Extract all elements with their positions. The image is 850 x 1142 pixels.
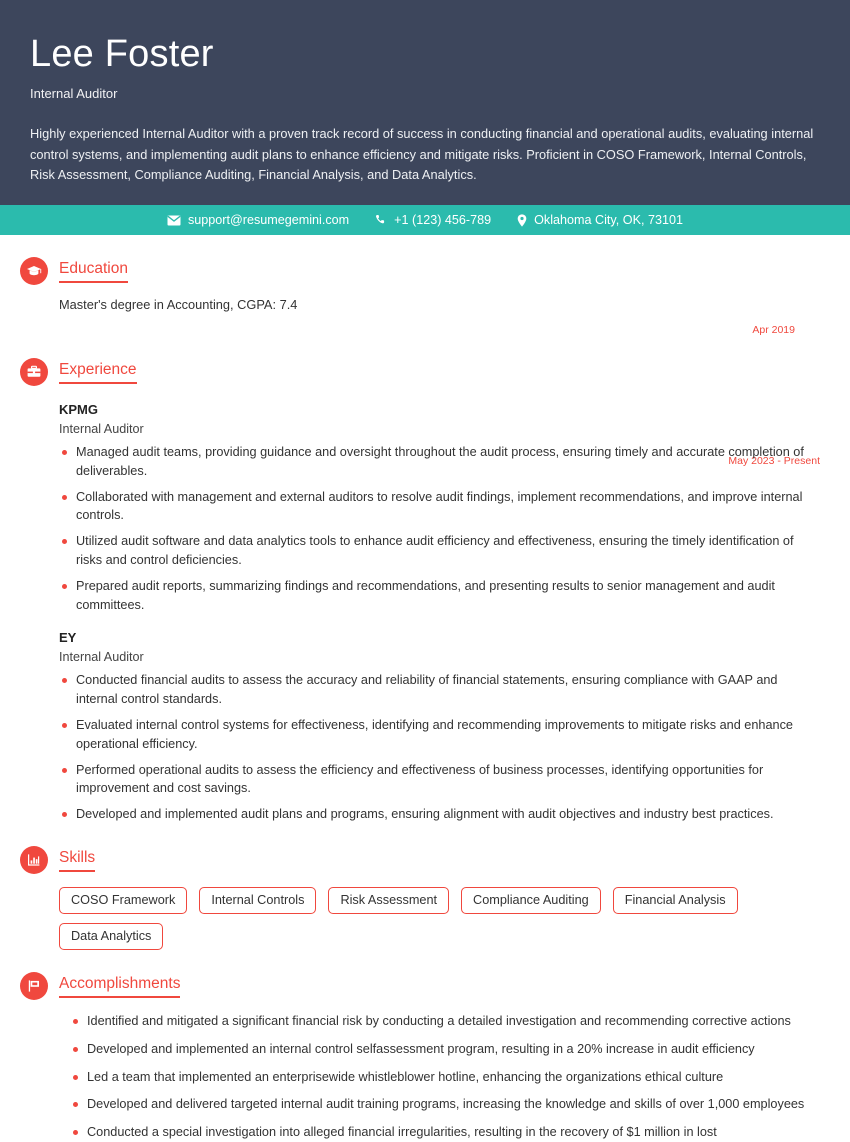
- candidate-job-title: Internal Auditor: [30, 86, 118, 101]
- experience-role: Internal Auditor: [59, 650, 144, 665]
- contact-phone-text: +1 (123) 456-789: [394, 213, 492, 227]
- skill-chip[interactable]: Data Analytics: [59, 922, 164, 950]
- section-skills: Skills COSO Framework Internal Controls …: [20, 845, 820, 950]
- list-item: Evaluated internal control systems for e…: [59, 716, 820, 754]
- bar-chart-icon: [20, 845, 48, 874]
- list-item: Developed and delivered targeted interna…: [70, 1095, 820, 1114]
- flag-icon: [20, 971, 48, 1000]
- section-header-education: Education: [20, 257, 820, 285]
- contact-phone[interactable]: +1 (123) 456-789: [375, 213, 491, 227]
- section-header-experience: Experience: [20, 358, 820, 386]
- experience-entry: EY Internal Auditor Conducted financial …: [20, 630, 820, 824]
- envelope-icon: [167, 215, 181, 226]
- contact-bar: support@resumegemini.com +1 (123) 456-78…: [0, 205, 850, 235]
- skill-chip[interactable]: COSO Framework: [59, 886, 188, 914]
- skills-chip-group: COSO Framework Internal Controls Risk As…: [20, 886, 780, 950]
- accomplishments-bullet-list: Identified and mitigated a significant f…: [70, 1012, 820, 1142]
- experience-role: Internal Auditor: [59, 422, 144, 436]
- resume-body: Education Master's degree in Accounting,…: [0, 257, 850, 1142]
- list-item: Performed operational audits to assess t…: [59, 761, 820, 799]
- contact-location-text: Oklahoma City, OK, 73101: [534, 213, 684, 227]
- education-entry: Master's degree in Accounting, CGPA: 7.4: [20, 297, 820, 312]
- list-item: Led a team that implemented an enterpris…: [70, 1068, 820, 1087]
- list-item: Conducted a special investigation into a…: [70, 1123, 820, 1142]
- section-title-accomplishments: Accomplishments: [59, 974, 181, 999]
- list-item: Managed audit teams, providing guidance …: [59, 443, 820, 481]
- contact-email[interactable]: support@resumegemini.com: [167, 213, 349, 227]
- section-education: Education Master's degree in Accounting,…: [20, 257, 820, 336]
- skill-chip[interactable]: Internal Controls: [199, 886, 317, 914]
- list-item: Prepared audit reports, summarizing find…: [59, 577, 820, 615]
- skill-chip[interactable]: Compliance Auditing: [461, 886, 601, 914]
- section-title-education: Education: [59, 259, 128, 284]
- list-item: Conducted financial audits to assess the…: [59, 671, 820, 709]
- list-item: Collaborated with management and externa…: [59, 488, 820, 526]
- skill-chip[interactable]: Risk Assessment: [328, 886, 450, 914]
- resume-header: Lee Foster Internal Auditor Highly exper…: [0, 0, 850, 205]
- briefcase-icon: [20, 358, 48, 386]
- section-title-skills: Skills: [59, 848, 96, 873]
- education-degree: Master's degree in Accounting, CGPA: 7.4: [59, 297, 298, 312]
- list-item: Identified and mitigated a significant f…: [70, 1012, 820, 1031]
- contact-location[interactable]: Oklahoma City, OK, 73101: [517, 213, 683, 227]
- education-date: Apr 2019: [752, 324, 795, 336]
- contact-email-text: support@resumegemini.com: [187, 213, 350, 227]
- list-item: Developed and implemented audit plans an…: [59, 805, 820, 824]
- experience-entry: KPMG Internal Auditor May 2023 - Present…: [20, 402, 820, 614]
- candidate-name: Lee Foster: [30, 33, 214, 75]
- professional-summary: Highly experienced Internal Auditor with…: [30, 126, 814, 183]
- experience-bullet-list: Conducted financial audits to assess the…: [59, 671, 820, 824]
- list-item: Utilized audit software and data analyti…: [59, 532, 820, 570]
- experience-company: EY: [59, 630, 77, 646]
- phone-icon: [375, 214, 387, 226]
- graduation-cap-icon: [20, 257, 48, 285]
- section-title-experience: Experience: [59, 360, 137, 385]
- section-experience: Experience KPMG Internal Auditor May 202…: [20, 358, 820, 824]
- map-pin-icon: [517, 213, 527, 227]
- section-accomplishments: Accomplishments Identified and mitigated…: [20, 971, 820, 1142]
- accomplishments-list: Identified and mitigated a significant f…: [20, 1012, 820, 1142]
- section-header-skills: Skills: [20, 845, 820, 874]
- list-item: Developed and implemented an internal co…: [70, 1040, 820, 1059]
- experience-bullet-list: Managed audit teams, providing guidance …: [59, 443, 820, 614]
- experience-company: KPMG: [59, 402, 98, 417]
- section-header-accomplishments: Accomplishments: [20, 971, 820, 1000]
- skill-chip[interactable]: Financial Analysis: [612, 886, 738, 914]
